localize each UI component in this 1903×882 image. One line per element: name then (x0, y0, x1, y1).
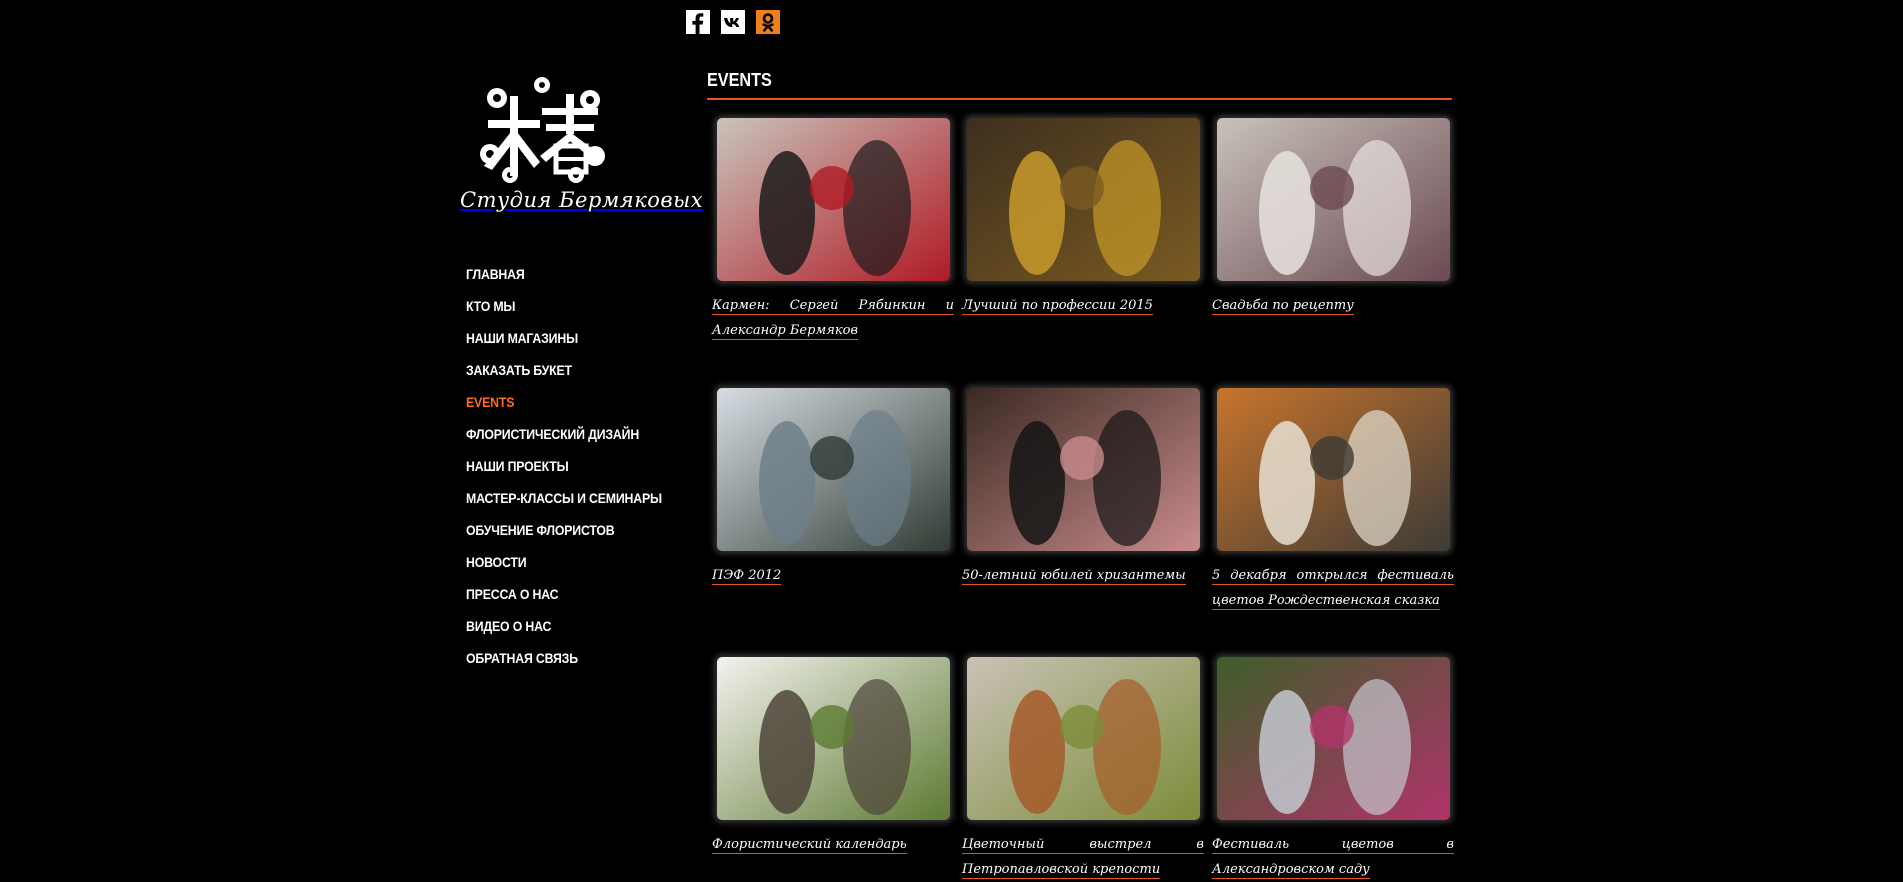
nav-item: ЗАКАЗАТЬ БУКЕТ (466, 354, 689, 386)
nav-link[interactable]: МАСТЕР-КЛАССЫ И СЕМИНАРЫ (466, 482, 662, 514)
nav-item: ВИДЕО О НАС (466, 610, 689, 642)
nav-item: НАШИ ПРОЕКТЫ (466, 450, 689, 482)
event-caption: Свадьба по рецепту (1212, 293, 1454, 318)
main-nav: ГЛАВНАЯ КТО МЫ НАШИ МАГАЗИНЫ ЗАКАЗАТЬ БУКЕТ… (466, 258, 689, 674)
nav-link[interactable]: ГЛАВНАЯ (466, 258, 662, 290)
event-title-link[interactable]: Кармен: Сергей Рябинкин и Александр Берм… (712, 298, 954, 340)
event-caption: Флористический календарь (712, 832, 954, 857)
photo-placeholder-icon (717, 388, 950, 551)
odnoklassniki-icon[interactable] (756, 10, 780, 34)
event-title-link[interactable]: Флористический календарь (712, 837, 907, 854)
nav-item: НОВОСТИ (466, 546, 689, 578)
nav-item: ОБУЧЕНИЕ ФЛОРИСТОВ (466, 514, 689, 546)
nav-link[interactable]: ВИДЕО О НАС (466, 610, 662, 642)
nav-item: ОБРАТНАЯ СВЯЗЬ (466, 642, 689, 674)
event-thumbnail[interactable] (967, 118, 1200, 281)
nav-item: EVENTS (466, 386, 689, 418)
nav-link[interactable]: НАШИ МАГАЗИНЫ (466, 322, 662, 354)
event-thumbnail[interactable] (967, 657, 1200, 820)
event-thumbnail[interactable] (717, 388, 950, 551)
event-thumbnail[interactable] (717, 118, 950, 281)
event-thumbnail[interactable] (1217, 657, 1450, 820)
nav-link[interactable]: ЗАКАЗАТЬ БУКЕТ (466, 354, 662, 386)
event-title-link[interactable]: Лучший по профессии 2015 (962, 298, 1153, 315)
photo-placeholder-icon (967, 388, 1200, 551)
nav-link[interactable]: ОБРАТНАЯ СВЯЗЬ (466, 642, 662, 674)
photo-placeholder-icon (1217, 657, 1450, 820)
event-caption: Фестиваль цветов в Александровском саду (1212, 832, 1454, 882)
event-title-link[interactable]: 5 декабря открылся фестиваль цветов Рожд… (1212, 568, 1454, 610)
nav-item: ФЛОРИСТИЧЕСКИЙ ДИЗАЙН (466, 418, 689, 450)
event-caption: 50-летний юбилей хризантемы (962, 563, 1204, 588)
event-caption: Лучший по профессии 2015 (962, 293, 1204, 318)
logo-caption: Студия Бермяковых (460, 188, 704, 212)
event-caption: 5 декабря открылся фестиваль цветов Рожд… (1212, 563, 1454, 613)
nav-link[interactable]: ОБУЧЕНИЕ ФЛОРИСТОВ (466, 514, 662, 546)
nav-link[interactable]: EVENTS (466, 386, 662, 418)
photo-placeholder-icon (717, 118, 950, 281)
event-caption: Кармен: Сергей Рябинкин и Александр Берм… (712, 293, 954, 343)
sidebar: Студия Бермяковых ГЛАВНАЯ КТО МЫ НАШИ МАГА… (460, 76, 704, 666)
photo-placeholder-icon (1217, 118, 1450, 281)
nav-link[interactable]: ФЛОРИСТИЧЕСКИЙ ДИЗАЙН (466, 418, 662, 450)
nav-link[interactable]: НОВОСТИ (466, 546, 662, 578)
nav-item: КТО МЫ (466, 290, 689, 322)
site-logo[interactable]: Студия Бермяковых (460, 76, 704, 212)
photo-placeholder-icon (967, 657, 1200, 820)
event-title-link[interactable]: ПЭФ 2012 (712, 568, 782, 585)
event-thumbnail[interactable] (1217, 388, 1450, 551)
nav-link[interactable]: КТО МЫ (466, 290, 662, 322)
nav-link[interactable]: НАШИ ПРОЕКТЫ (466, 450, 662, 482)
event-caption: ПЭФ 2012 (712, 563, 954, 588)
event-thumbnail[interactable] (1217, 118, 1450, 281)
social-links (686, 10, 780, 34)
photo-placeholder-icon (967, 118, 1200, 281)
event-title-link[interactable]: Свадьба по рецепту (1212, 298, 1354, 315)
main-content: EVENTS Кармен: Сергей Рябинкин и Алексан… (707, 68, 1454, 879)
title-divider (707, 98, 1452, 100)
facebook-icon[interactable] (686, 10, 710, 34)
nav-item: ГЛАВНАЯ (466, 258, 689, 290)
nav-item: МАСТЕР-КЛАССЫ И СЕМИНАРЫ (466, 482, 689, 514)
photo-placeholder-icon (1217, 388, 1450, 551)
photo-placeholder-icon (717, 657, 950, 820)
page-title: EVENTS (707, 70, 772, 90)
event-title-link[interactable]: 50-летний юбилей хризантемы (962, 568, 1186, 585)
nav-item: НАШИ МАГАЗИНЫ (466, 322, 689, 354)
event-thumbnail[interactable] (717, 657, 950, 820)
event-thumbnail[interactable] (967, 388, 1200, 551)
vk-icon[interactable] (721, 10, 745, 34)
logo-emblem-icon (480, 77, 605, 183)
event-caption: Цветочный выстрел в Петропавловской креп… (962, 832, 1204, 882)
nav-link[interactable]: ПРЕССА О НАС (466, 578, 662, 610)
nav-item: ПРЕССА О НАС (466, 578, 689, 610)
